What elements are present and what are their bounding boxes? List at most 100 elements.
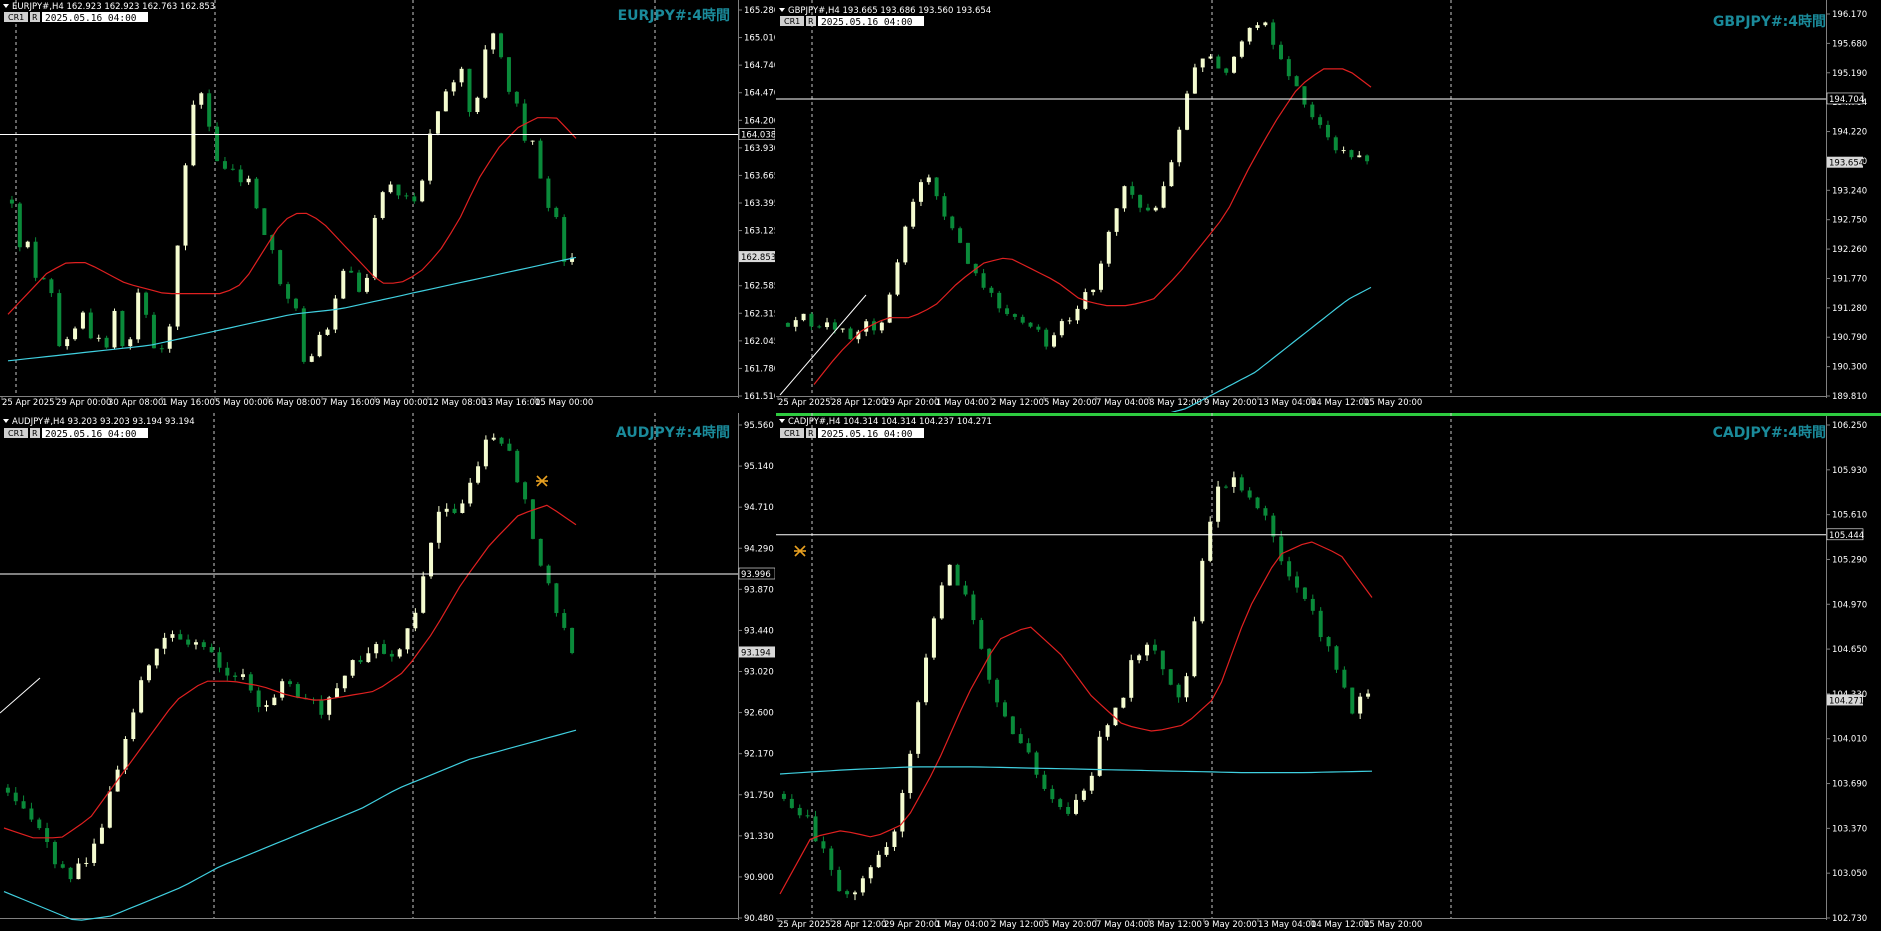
audjpy-candle-body [21,801,26,809]
audjpy-candle-body [248,674,253,691]
cadjpy-candle-body [845,891,850,895]
gbpjpy-candle-body [942,196,947,217]
eurjpy-candle-body [514,91,519,104]
audjpy-y-tick-label: 93.870 [744,585,774,595]
cadjpy-candle-body [1192,621,1197,677]
cadjpy-chart-canvas[interactable]: 106.250 105.930 105.610 105.290 104.970 104.6… [776,413,1881,931]
cadjpy-x-tick-label: 15 May 20:00 [1364,920,1422,930]
cadjpy-crosshair-pin-icon [794,545,806,557]
audjpy-chart-canvas[interactable]: 95.560 95.140 94.710 94.290 93.870 93.440 93.0… [0,413,775,931]
audjpy-candle-body [405,628,410,650]
eurjpy-chart-canvas[interactable]: 165.280 165.010 164.740 164.470 164.200 163.9… [0,0,775,412]
eurjpy-collapse-triangle-icon [3,4,9,8]
gbpjpy-candle-body [1302,86,1307,105]
gbpjpy-candle-body [809,313,814,327]
audjpy-candle-body [60,864,65,868]
gbpjpy-candle-body [1216,56,1221,69]
cadjpy-x-tick-label: 29 Apr 20:00 [884,920,939,930]
eurjpy-candle-body [25,241,30,248]
eurjpy-candle-body [80,312,85,329]
eurjpy-x-tick-label: 30 Apr 08:00 [108,398,163,408]
audjpy-candle-body [233,675,238,677]
gbpjpy-candle-body [895,262,900,295]
gbpjpy-candle-body [903,226,908,263]
chart-panel-audjpy[interactable]: 95.560 95.140 94.710 94.290 93.870 93.440 93.0… [0,413,775,931]
chart-panel-gbpjpy[interactable]: 196.170195.680195.190194.704194.220193.7… [776,0,1881,412]
eurjpy-hline-label: 164.038 [741,130,775,140]
eurjpy-candle-body [207,93,212,127]
gbpjpy-x-tick-label: 5 May 20:00 [1044,398,1097,408]
audjpy-candle-body [45,828,50,842]
gbpjpy-timestamp: 2025.05.16 04:00 [821,17,913,28]
cadjpy-candle-body [971,594,976,621]
gbpjpy-y-tick-label: 195.680 [1832,39,1867,49]
cadjpy-candle-body [955,564,960,586]
eurjpy-candle-body [522,103,527,141]
eurjpy-x-tick-label: 25 Apr 2025 [2,398,55,408]
chart-panel-cadjpy[interactable]: 106.250 105.930 105.610 105.290 104.970 104.6… [776,413,1881,931]
audjpy-price-label: 93.194 [741,648,771,658]
cadjpy-candle-body [1018,734,1023,744]
chart-panel-eurjpy[interactable]: 165.280 165.010 164.740 164.470 164.200 163.9… [0,0,775,412]
cadjpy-candle-body [1081,790,1086,800]
gbpjpy-y-tick-label: 193.240 [1832,186,1867,196]
audjpy-symbol-header: AUDJPY#,H4 93.203 93.203 93.194 93.194 [12,417,195,427]
eurjpy-y-tick-label: 164.470 [744,89,775,99]
cadjpy-y-tick-label: 105.930 [1832,466,1867,476]
cadjpy-candle-body [1295,576,1300,588]
audjpy-candle-body [436,511,441,543]
gbpjpy-candle-body [825,322,830,328]
gbpjpy-x-tick-label: 29 Apr 20:00 [884,398,939,408]
eurjpy-ma-cyan-line [7,256,577,362]
audjpy-candle-body [280,681,285,698]
eurjpy-y-tick-label: 163.665 [744,171,775,181]
eurjpy-candle-body [546,178,551,208]
audjpy-candle-body [382,644,387,654]
audjpy-candle-body [13,792,18,802]
audjpy-candle-body [92,843,97,863]
cadjpy-candle-body [1152,644,1157,651]
eurjpy-x-tick-label: 13 May 16:00 [482,398,540,408]
cadjpy-candle-body [868,867,873,879]
audjpy-ma-red-line [3,504,577,839]
cadjpy-candle-body [1184,676,1189,698]
gbpjpy-x-tick-label: 1 May 04:00 [936,398,989,408]
gbpjpy-candle-body [840,328,845,330]
audjpy-candle-body [123,739,128,770]
audjpy-y-tick-label: 93.020 [744,668,774,678]
eurjpy-y-tick-label: 165.010 [744,34,775,44]
gbpjpy-candle-body [981,273,986,288]
cadjpy-candle-body [1042,774,1047,789]
cadjpy-price-label: 104.271 [1829,696,1864,706]
gbpjpy-chart-canvas[interactable]: 196.170195.680195.190194.704194.220193.7… [776,0,1881,412]
audjpy-candle-body [256,690,261,707]
eurjpy-candle-body [49,279,54,294]
gbpjpy-candle-body [1052,335,1057,347]
audjpy-candle-body [131,712,136,740]
eurjpy-candle-body [293,298,298,309]
eurjpy-y-tick-label: 165.280 [744,6,775,16]
eurjpy-candle-body [491,33,496,50]
gbpjpy-candle-body [1020,316,1025,323]
gbpjpy-x-tick-label: 9 May 20:00 [1204,398,1257,408]
audjpy-candle-body [499,437,504,444]
eurjpy-candle-body [380,192,385,218]
audjpy-trend-line [0,677,41,714]
audjpy-candle-body [162,637,167,649]
gbpjpy-candle-body [1349,150,1354,158]
audjpy-candle-body [264,705,269,707]
eurjpy-candle-body [278,250,283,285]
eurjpy-y-tick-label: 162.045 [744,337,775,347]
cadjpy-x-tick-label: 28 Apr 12:00 [831,920,886,930]
cadjpy-x-tick-label: 7 May 04:00 [1096,920,1149,930]
gbpjpy-candle-body [1145,207,1150,211]
audjpy-candle-body [335,688,340,698]
gbpjpy-candle-body [1333,137,1338,151]
audjpy-hline-label: 93.996 [741,570,771,580]
eurjpy-ma-red-line [7,117,577,315]
eurjpy-candle-body [73,328,78,340]
cadjpy-candle-body [1271,515,1276,537]
gbpjpy-price-label: 193.654 [1829,159,1864,169]
gbpjpy-y-tick-label: 196.170 [1832,10,1867,20]
cadjpy-candle-body [908,753,913,794]
